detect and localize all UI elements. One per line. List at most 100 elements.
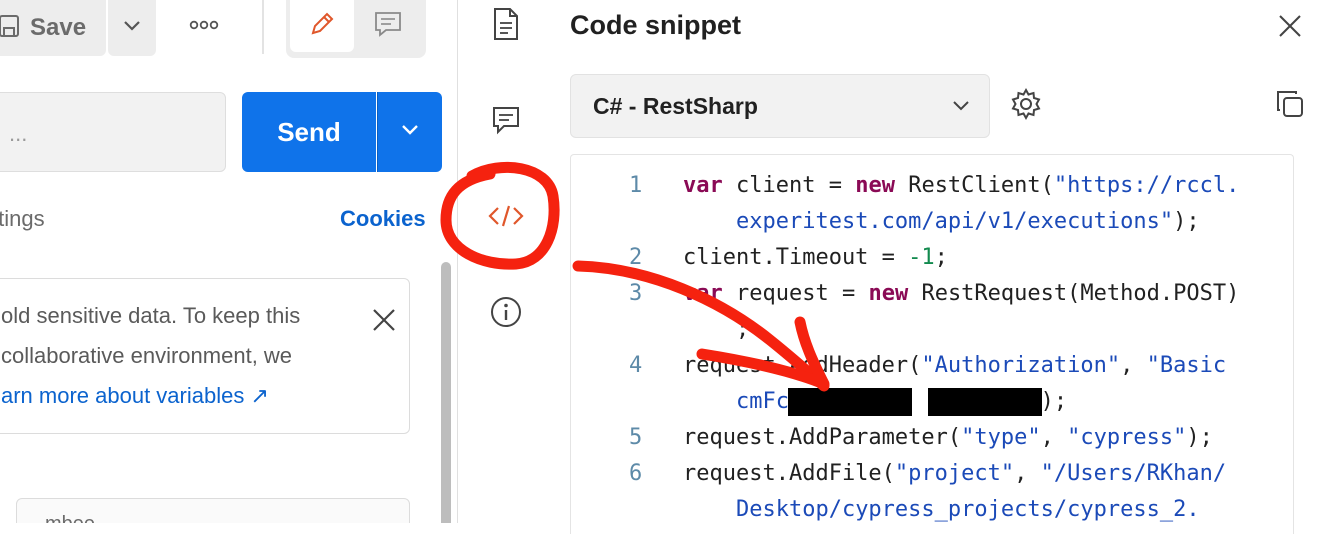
info-text-line-1: old sensitive data. To keep this [1,303,301,328]
close-icon [1277,13,1303,44]
code-line: request.AddParameter("type", "cypress"); [683,425,1213,450]
url-input[interactable]: ... [0,92,226,172]
more-actions-button[interactable] [182,12,226,40]
line-number: 4 [629,353,643,378]
code-token: ); [1173,209,1200,234]
code-token: cmFc [735,389,789,414]
code-token: request.AddParameter( [683,425,962,450]
close-panel-button[interactable] [1270,8,1310,48]
code-token: request = [722,281,869,306]
toolbar-divider [262,0,264,54]
pencil-icon [308,10,336,43]
code-token: , [1040,425,1068,450]
code-token: Desktop/cypress_projects/cypress_2. [735,497,1200,522]
comments-icon [491,105,521,140]
list-item-label: mbee [45,513,95,523]
send-button[interactable]: Send [242,92,376,172]
document-icon [492,7,520,46]
code-token: client.Timeout = [683,245,909,270]
code-token: experitest.com/api/v1/executions" [735,209,1174,234]
code-token: RestRequest(Method.POST) [908,281,1240,306]
code-icon [488,204,524,233]
send-dropdown-button[interactable] [377,92,442,172]
code-token: ); [1186,425,1213,450]
panel-title: Code snippet [570,10,742,40]
code-token: var [683,173,723,198]
snippet-settings-button[interactable] [1004,84,1048,128]
save-label: Save [30,14,87,41]
code-token: "cypress" [1067,425,1187,450]
info-card: old sensitive data. To keep this collabo… [0,278,410,434]
language-select[interactable]: C# - RestSharp [570,74,990,138]
comment-icon [373,10,403,43]
code-token: RestClient( [894,173,1054,198]
code-line: experitest.com/api/v1/executions"); [683,209,1200,234]
more-icon [189,17,219,35]
code-token: "Authorization" [921,353,1121,378]
code-line: request.AddHeader("Authorization", "Basi… [683,353,1226,378]
code-snippet-button[interactable] [486,198,526,238]
code-line: var request = new RestRequest(Method.POS… [683,281,1239,306]
code-token: "project" [894,461,1015,486]
line-number: 5 [629,425,643,450]
send-label: Send [277,116,341,147]
code-token: ); [1040,389,1068,414]
code-token: new [855,173,895,198]
save-icon [0,13,20,44]
request-panel: Save ... Send ttings Cookies old sens [0,0,458,523]
code-token: -1 [908,245,935,270]
info-icon [489,295,523,334]
chevron-down-icon [400,123,420,142]
code-token: client = [722,173,856,198]
save-dropdown-button[interactable] [108,0,156,56]
dismiss-info-button[interactable] [368,306,400,338]
code-token: request.AddFile( [683,461,895,486]
line-number: 3 [629,281,643,306]
comment-mode-button[interactable] [358,0,418,52]
code-token: "type" [961,425,1041,450]
scrollbar-thumb[interactable] [441,262,451,523]
code-token: ; [683,317,750,342]
documentation-button[interactable] [486,6,526,46]
cookies-link[interactable]: Cookies [340,206,426,232]
code-token: "/Users/RKhan/ [1040,461,1227,486]
code-token: , [1120,353,1147,378]
line-number: 1 [629,173,643,198]
chevron-down-icon [933,86,989,126]
code-editor[interactable]: 1 var client = new RestClient("https://rc… [570,154,1294,534]
code-editor-edge [1294,154,1317,534]
info-button[interactable] [486,294,526,334]
code-token: , [1014,461,1041,486]
code-line: client.Timeout = -1; [683,245,948,270]
code-token: request.AddHeader( [683,353,922,378]
comments-button[interactable] [486,102,526,142]
learn-more-link[interactable]: arn more about variables ↗ [1,383,269,409]
redaction-box [788,388,912,416]
language-select-value: C# - RestSharp [593,92,758,119]
close-icon [371,307,397,338]
url-placeholder: ... [9,121,28,146]
line-number: 6 [629,461,643,486]
list-item[interactable]: mbee [16,498,410,523]
code-token: "https://rccl. [1053,173,1240,198]
code-token: "Basic [1146,353,1227,378]
redaction-box [928,388,1042,416]
code-line: Desktop/cypress_projects/cypress_2. [683,497,1200,522]
edit-mode-button[interactable] [290,0,354,52]
save-button[interactable]: Save [0,0,106,56]
code-line: var client = new RestClient("https://rcc… [683,173,1239,198]
panel-divider [457,0,458,523]
tab-settings[interactable]: ttings [0,206,45,232]
code-token: new [868,281,909,306]
chevron-down-icon [122,19,142,38]
info-text-line-2: collaborative environment, we [1,343,293,368]
gear-icon [1009,87,1043,126]
line-number: 2 [629,245,643,270]
code-token: ; [934,245,948,270]
copy-icon [1275,89,1305,124]
code-line: request.AddFile("project", "/Users/RKhan… [683,461,1226,486]
copy-snippet-button[interactable] [1270,86,1310,126]
